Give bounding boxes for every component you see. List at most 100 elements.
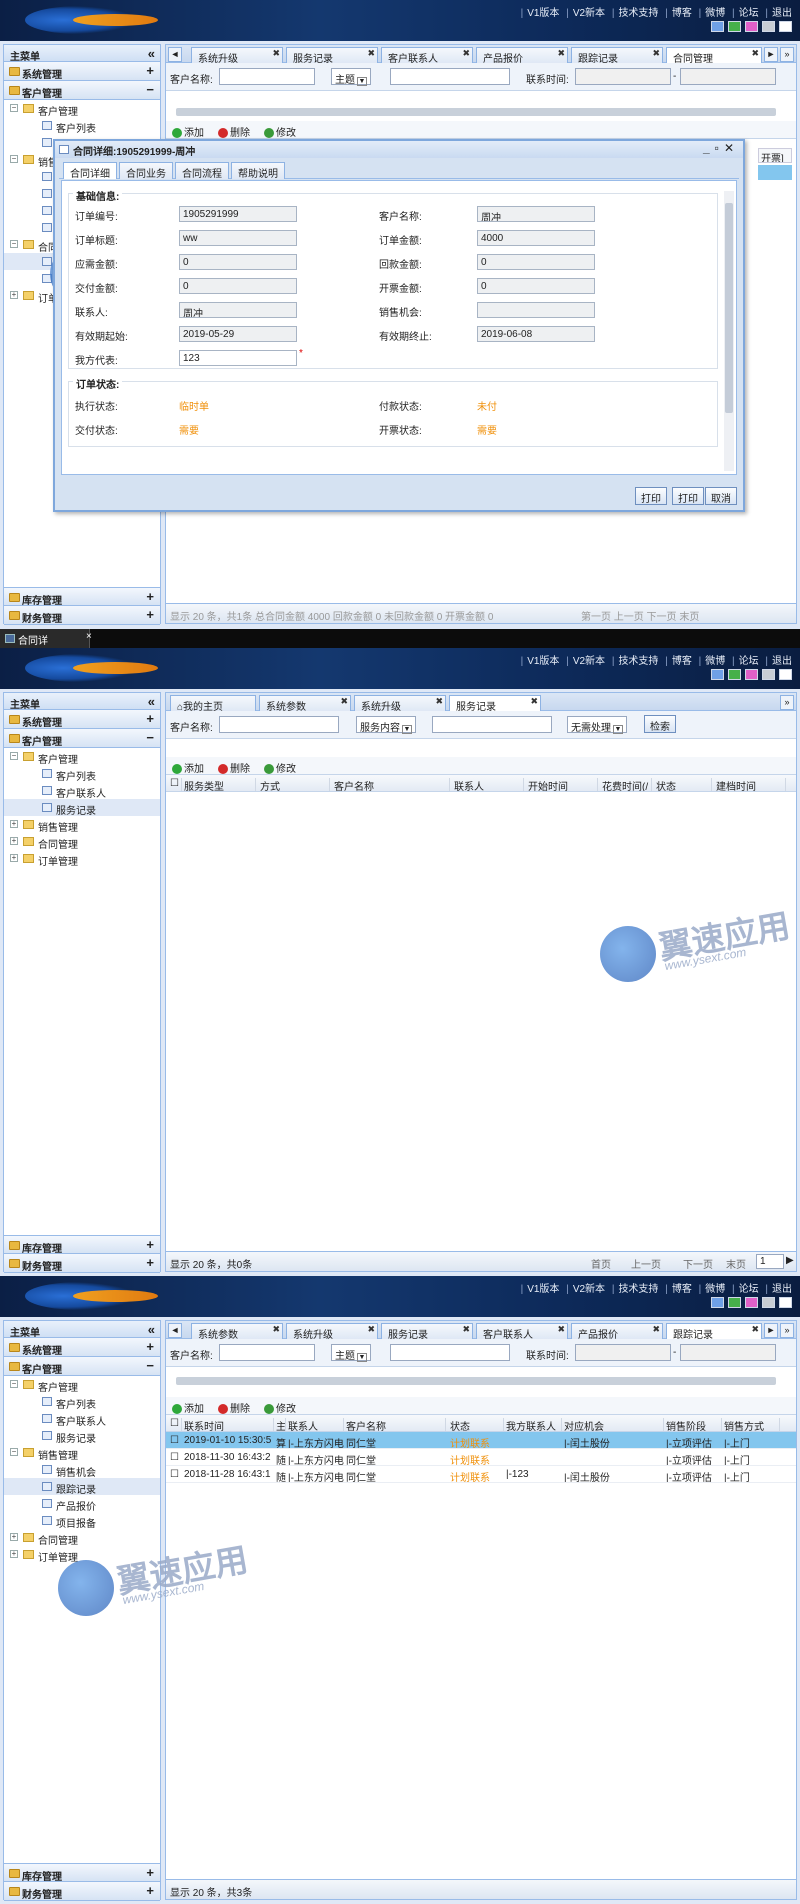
grid-selected-row[interactable] [758,165,792,180]
accordion-system[interactable]: 系统管理 + [4,710,160,729]
tree-expander-icon[interactable]: − [10,1380,18,1388]
select-all-checkbox[interactable]: ☐ [170,778,182,791]
tree-node-customer-mgmt[interactable]: − 客户管理 [4,1376,160,1394]
tree-expander-icon[interactable]: − [10,240,18,248]
customer-name-input[interactable] [219,1344,315,1361]
expand-icon[interactable]: + [146,1255,154,1270]
col-opportunity[interactable]: 对应机会 [564,1418,664,1431]
accordion-finance[interactable]: 财务管理 + [4,1882,160,1901]
link-forum[interactable]: 论坛 [739,656,759,667]
valid-end-field[interactable]: 2019-06-08 [477,326,595,342]
print-button-2[interactable]: 打印 [672,487,704,505]
contact-time-start[interactable] [575,1344,671,1361]
tab-menu-icon[interactable]: » [780,47,794,62]
tree-node-product-quote[interactable]: 产品报价 [4,1495,160,1513]
link-support[interactable]: 技术支持 [618,1284,658,1295]
keyword-input[interactable] [390,1344,510,1361]
dtab-contract-flow[interactable]: 合同流程 [175,162,229,180]
col-status[interactable]: 状态 [450,1418,504,1431]
customer-field[interactable]: 周冲 [477,206,595,222]
accordion-customer[interactable]: 客户管理 − [4,1357,160,1376]
close-icon[interactable]: ✖ [367,48,375,59]
expand-icon[interactable]: + [146,63,154,78]
table-row[interactable]: ☐ 2018-11-28 16:43:1 随 |-上东方闪电 同仁堂 计划联系 … [166,1466,796,1483]
tab-my-home[interactable]: ⌂我的主页 [170,695,256,711]
skin-green[interactable] [728,669,741,680]
tree-node-service-record[interactable]: 服务记录 [4,1427,160,1445]
order-amount-field[interactable]: 4000 [477,230,595,246]
col-status[interactable]: 状态 [656,778,712,791]
link-support[interactable]: 技术支持 [618,8,658,19]
col-sales-stage[interactable]: 销售阶段 [666,1418,722,1431]
link-weibo[interactable]: 微博 [705,1284,725,1295]
close-icon[interactable]: ✖ [462,48,470,59]
tab-scroll-right-icon[interactable]: ► [764,1323,778,1338]
skin-white[interactable] [779,1297,792,1308]
col-contact-time[interactable]: 联系时间 [184,1418,274,1431]
topic-select[interactable]: 主题 ▼ [331,68,371,86]
close-icon[interactable]: × [86,631,92,642]
expand-icon[interactable]: + [146,1865,154,1880]
tree-expander-icon[interactable]: − [10,752,18,760]
link-weibo[interactable]: 微博 [705,656,725,667]
link-v2[interactable]: V2新本 [573,8,605,19]
col-contact[interactable]: 联系人 [454,778,524,791]
tree-expander-icon[interactable]: + [10,820,18,828]
table-row[interactable]: ☐ 2019-01-10 15:30:5 算 |-上东方闪电 同仁堂 计划联系 … [166,1432,796,1449]
status-select[interactable]: 无需处理 ▼ [567,716,627,734]
tab-menu-icon[interactable]: » [780,695,794,710]
contact-time-end[interactable] [680,68,776,85]
tree-node-customer-list[interactable]: 客户列表 [4,765,160,783]
tree-node-sales-opportunity[interactable]: 销售机会 [4,1461,160,1479]
edit-button[interactable]: 修改 [264,124,296,139]
expand-icon[interactable]: + [146,1339,154,1354]
edit-button[interactable]: 修改 [264,1400,296,1415]
tab-scroll-left-icon[interactable]: ◄ [168,47,182,62]
link-blog[interactable]: 博客 [672,656,692,667]
link-v1[interactable]: V1版本 [527,656,559,667]
tree-node-customer-contact[interactable]: 客户联系人 [4,1410,160,1428]
tab-system-params[interactable]: 系统参数 ✖ [259,695,351,711]
search-button[interactable]: 检索 [644,715,676,733]
add-button[interactable]: 添加 [172,760,204,775]
tree-node-customer-mgmt[interactable]: − 客户管理 [4,100,160,118]
pager-first[interactable]: 首页 [591,1256,611,1271]
link-blog[interactable]: 博客 [672,8,692,19]
delete-button[interactable]: 删除 [218,1400,250,1415]
order-no-field[interactable]: 1905291999 [179,206,297,222]
edit-button[interactable]: 修改 [264,760,296,775]
tab-scroll-left-icon[interactable]: ◄ [168,1323,182,1338]
skin-white[interactable] [779,669,792,680]
close-icon[interactable]: ✖ [751,48,759,59]
tree-node-service-record[interactable]: 服务记录 [4,799,160,817]
tree-expander-icon[interactable]: + [10,854,18,862]
dtab-contract-business[interactable]: 合同业务 [119,162,173,180]
table-row[interactable]: ☐ 2018-11-30 16:43:2 随 |-上东方闪电 同仁堂 计划联系 … [166,1449,796,1466]
expand-icon[interactable]: + [146,589,154,604]
customer-name-input[interactable] [219,68,315,85]
close-icon[interactable]: ✖ [340,696,348,707]
maximize-icon[interactable]: ▫ [715,141,724,155]
pager-prev[interactable]: 上一页 [631,1256,661,1271]
tree-node-project-report[interactable]: 项目报备 [4,1512,160,1530]
expand-icon[interactable]: + [146,607,154,622]
dtab-contract-detail[interactable]: 合同详细 [63,162,117,180]
go-icon[interactable]: ▶ [786,1255,794,1266]
close-icon[interactable]: ✖ [367,1324,375,1335]
tree-node-customer-list[interactable]: 客户列表 [4,117,160,135]
accordion-inventory[interactable]: 库存管理 + [4,1863,160,1883]
tree-node-customer-mgmt[interactable]: − 客户管理 [4,748,160,766]
link-v1[interactable]: V1版本 [527,1284,559,1295]
tab-follow-record[interactable]: 跟踪记录 ✖ [571,47,663,63]
accordion-customer[interactable]: 客户管理 − [4,81,160,100]
skin-pink[interactable] [745,669,758,680]
cancel-button[interactable]: 取消 [705,487,737,505]
link-logout[interactable]: 退出 [772,8,792,19]
close-icon[interactable]: ✖ [435,696,443,707]
taskbar-item[interactable]: 合同详 [0,629,90,648]
tab-system-upgrade[interactable]: 系统升级 ✖ [191,47,283,63]
col-topic[interactable]: 主 [276,1418,286,1431]
close-icon[interactable]: ✖ [751,1324,759,1335]
link-logout[interactable]: 退出 [772,656,792,667]
add-button[interactable]: 添加 [172,124,204,139]
